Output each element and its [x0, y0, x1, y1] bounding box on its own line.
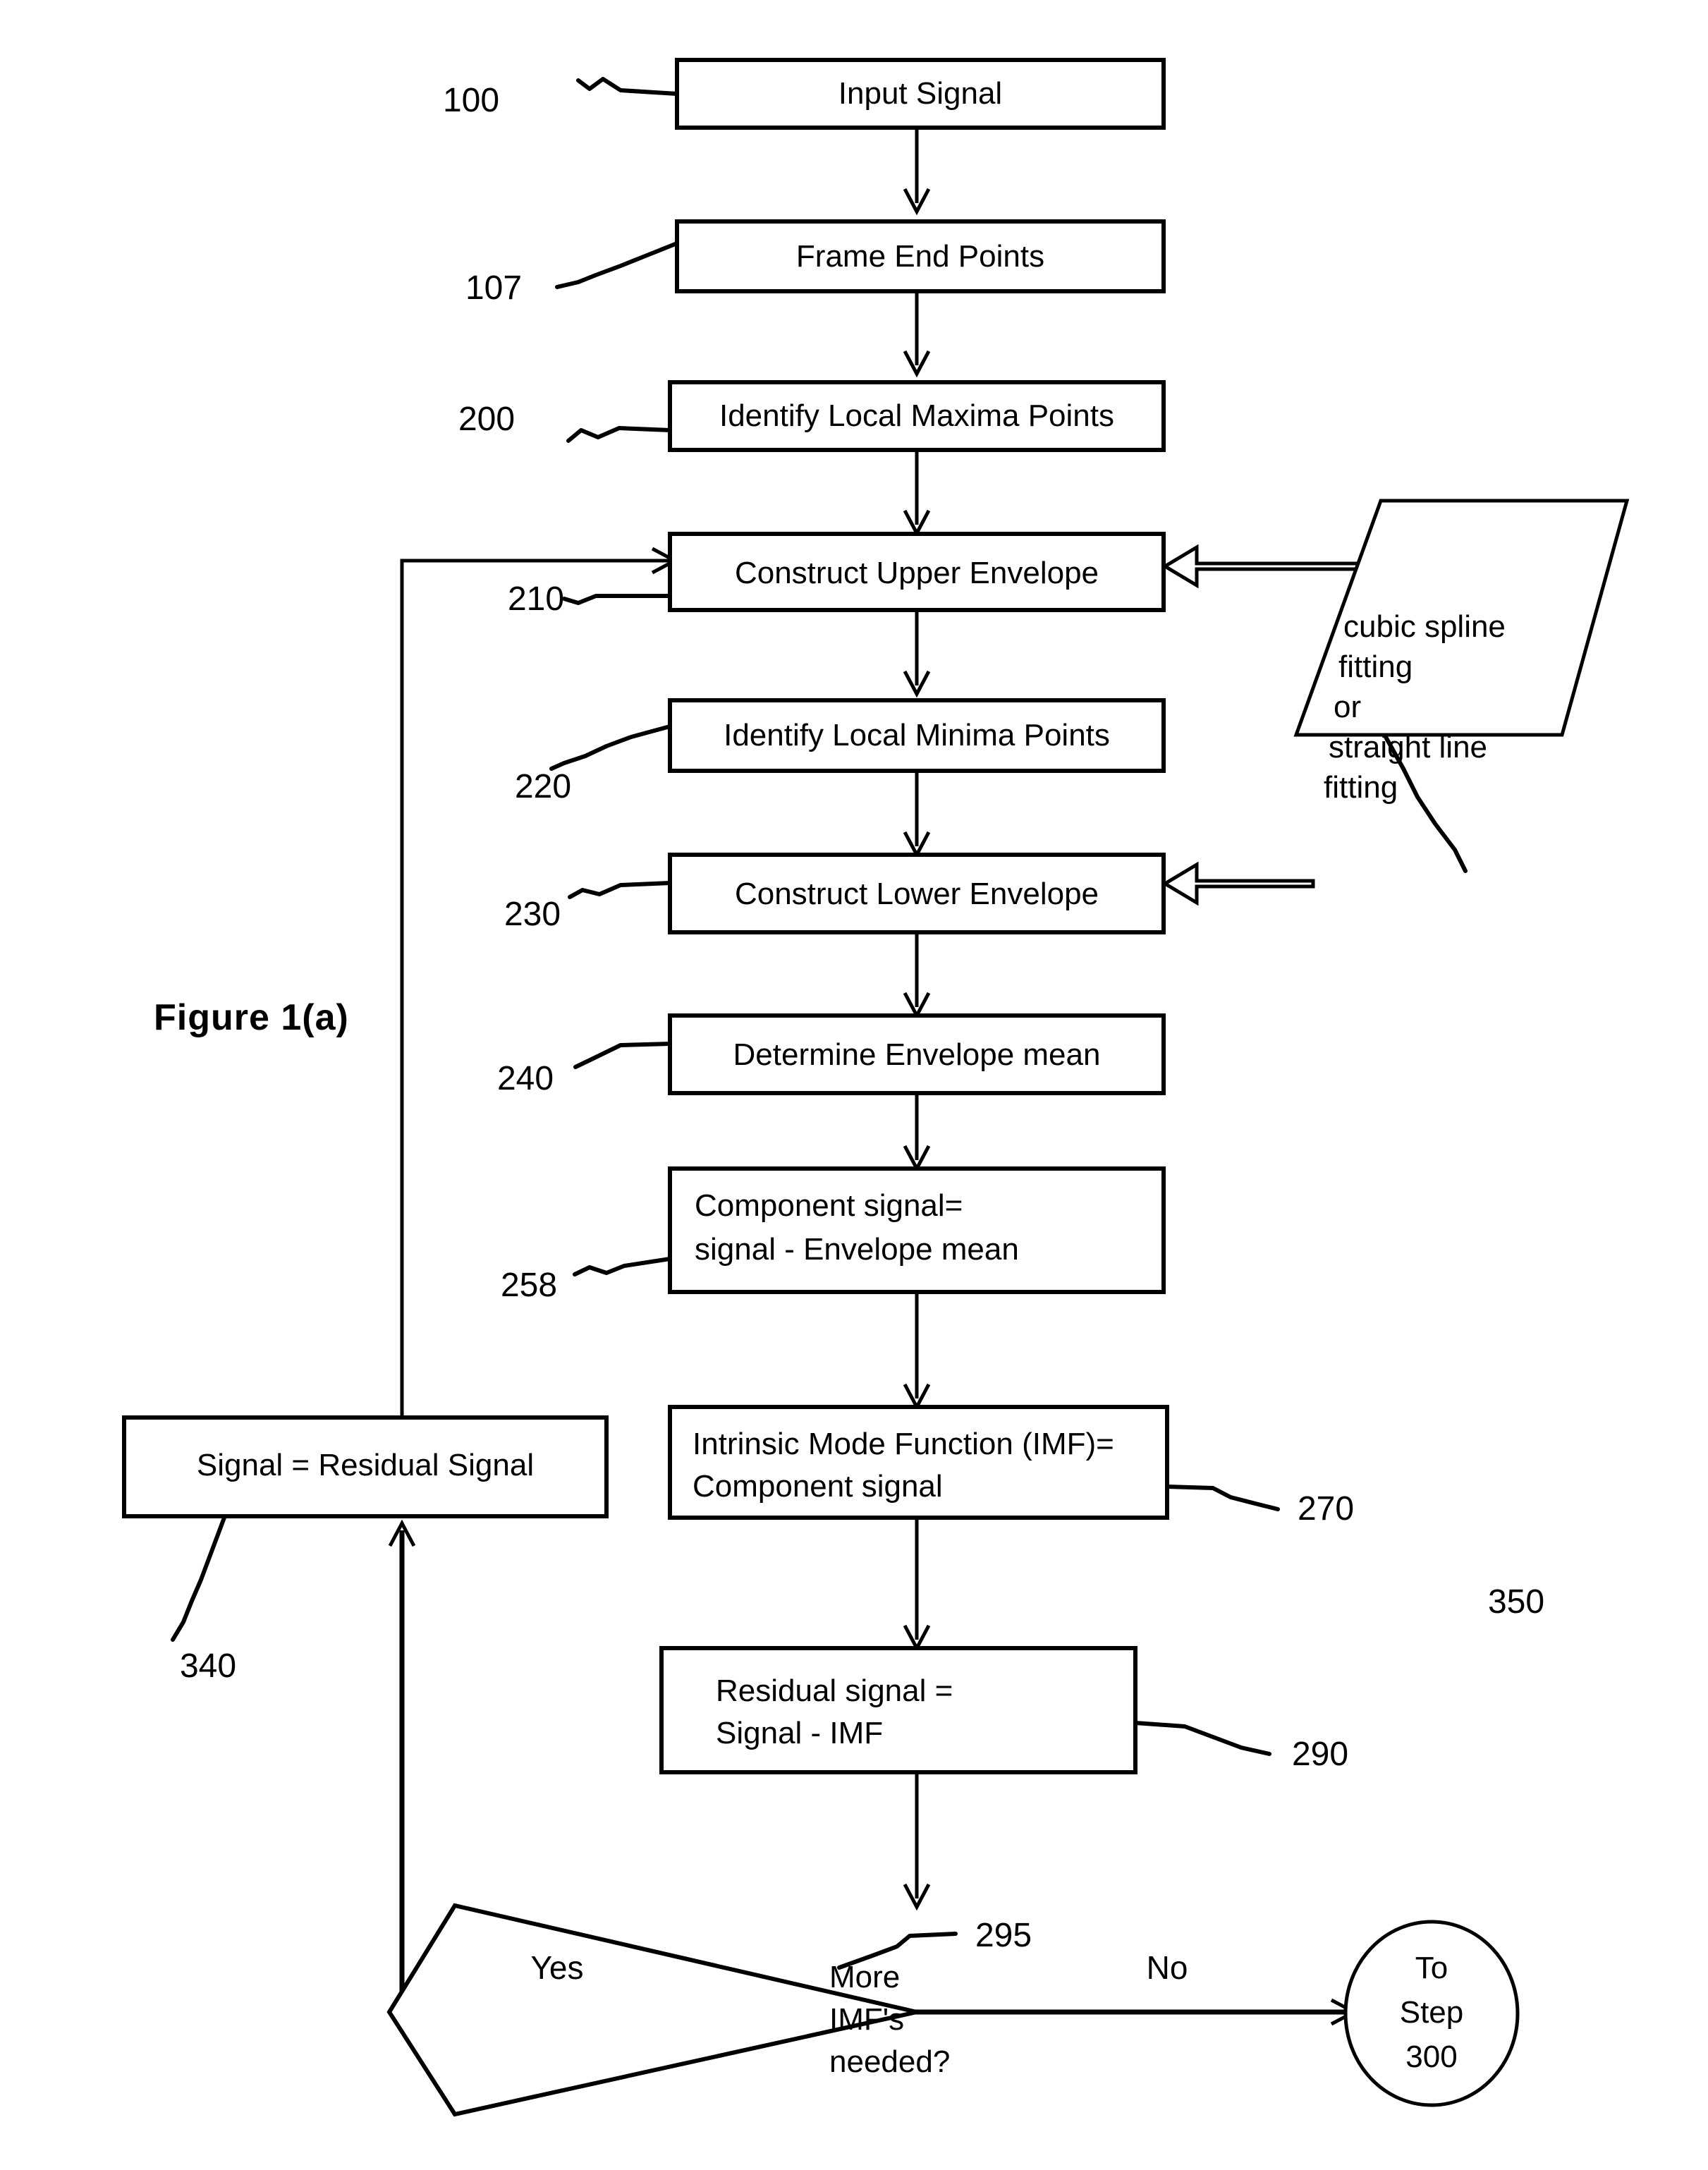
node-decision-more-imfs[interactable]: More IMF's needed? — [386, 1903, 950, 2117]
node-label-fitting-line1: cubic spline — [1343, 609, 1506, 644]
node-label-to-step-line1: To — [1415, 1951, 1448, 1985]
node-label-frame-end-points: Frame End Points — [796, 239, 1044, 274]
patent-figure-page: Input Signal Frame End Points Identify L… — [0, 0, 1708, 2170]
leader-line-340 — [171, 1516, 226, 1642]
edge-label-yes: Yes — [530, 1949, 583, 1986]
node-fitting-method[interactable]: cubic spline fitting or straight line fi… — [1293, 499, 1630, 805]
leader-line-290 — [1133, 1721, 1271, 1756]
connector-component-to-imf — [903, 1292, 931, 1411]
node-identify-local-maxima[interactable]: Identify Local Maxima Points — [668, 380, 1166, 452]
leader-line-107 — [555, 241, 679, 289]
connector-maxima-to-upper-envelope — [903, 450, 931, 537]
node-label-component-signal-line1: Component signal= — [695, 1188, 963, 1223]
leader-line-240 — [573, 1042, 672, 1069]
leader-line-230 — [568, 881, 672, 899]
leader-line-220 — [549, 724, 672, 771]
node-construct-lower-envelope[interactable]: Construct Lower Envelope — [668, 853, 1166, 934]
node-label-decision-line2: IMF's — [829, 2002, 904, 2037]
ref-number-350: 350 — [1488, 1583, 1544, 1621]
node-label-determine-envelope-mean: Determine Envelope mean — [733, 1037, 1101, 1072]
leader-line-270 — [1165, 1485, 1280, 1511]
connector-frame-to-maxima — [903, 291, 931, 378]
ref-number-200: 200 — [458, 401, 515, 438]
node-label-residual-signal-line1: Residual signal = — [716, 1674, 953, 1708]
node-label-to-step-line2: Step — [1400, 1995, 1464, 2030]
node-input-signal[interactable]: Input Signal — [675, 58, 1166, 130]
connector-no-branch — [851, 1998, 1358, 2026]
node-to-step-300[interactable]: To Step 300 — [1343, 1920, 1520, 2107]
node-determine-envelope-mean[interactable]: Determine Envelope mean — [668, 1013, 1166, 1095]
connector-mean-to-component — [903, 1093, 931, 1173]
node-label-component-signal-line2: signal - Envelope mean — [695, 1232, 1019, 1267]
node-component-signal[interactable]: Component signal= signal - Envelope mean — [668, 1166, 1166, 1294]
node-identify-local-minima[interactable]: Identify Local Minima Points — [668, 698, 1166, 773]
connector-input-to-frame — [903, 128, 931, 216]
ref-number-210: 210 — [508, 580, 564, 618]
node-label-identify-local-maxima: Identify Local Maxima Points — [719, 398, 1114, 433]
figure-label: Figure 1(a) — [154, 997, 349, 1038]
node-label-signal-equals-residual: Signal = Residual Signal — [197, 1448, 534, 1482]
ref-number-107: 107 — [465, 269, 522, 307]
ref-number-270: 270 — [1298, 1490, 1354, 1528]
node-label-decision-line1: More — [829, 1960, 900, 1994]
block-arrow-fitting-to-lower-envelope — [1161, 861, 1315, 906]
node-construct-upper-envelope[interactable]: Construct Upper Envelope — [668, 532, 1166, 612]
ref-number-295: 295 — [975, 1917, 1032, 1954]
node-label-fitting-line4: straight line — [1329, 730, 1487, 764]
block-arrow-fitting-to-upper-envelope — [1161, 544, 1384, 589]
edge-label-no: No — [1147, 1949, 1188, 1986]
leader-line-258 — [573, 1257, 672, 1276]
node-label-decision-line3: needed? — [829, 2044, 950, 2079]
leader-line-100 — [576, 77, 679, 96]
flowchart-canvas: Input Signal Frame End Points Identify L… — [122, 58, 1630, 2117]
leader-line-200 — [566, 426, 672, 443]
ref-number-230: 230 — [504, 896, 561, 933]
ref-number-290: 290 — [1292, 1736, 1348, 1773]
node-label-construct-lower-envelope: Construct Lower Envelope — [735, 877, 1099, 911]
ref-number-100: 100 — [443, 82, 499, 119]
node-signal-equals-residual[interactable]: Signal = Residual Signal — [122, 1415, 609, 1518]
node-intrinsic-mode-function[interactable]: Intrinsic Mode Function (IMF)= Component… — [668, 1405, 1169, 1520]
node-label-identify-local-minima: Identify Local Minima Points — [724, 718, 1110, 752]
ref-number-220: 220 — [515, 768, 571, 805]
ref-number-240: 240 — [497, 1060, 554, 1097]
node-label-imf-line2: Component signal — [693, 1469, 943, 1504]
node-label-fitting-line5: fitting — [1324, 770, 1398, 805]
connector-upper-envelope-to-minima — [903, 610, 931, 698]
node-label-fitting-line2: fitting — [1338, 650, 1413, 684]
ref-number-258: 258 — [501, 1267, 557, 1304]
node-label-fitting-line3: or — [1334, 690, 1361, 724]
ref-number-340: 340 — [180, 1647, 236, 1685]
node-label-imf-line1: Intrinsic Mode Function (IMF)= — [693, 1427, 1114, 1461]
connector-minima-to-lower-envelope — [903, 771, 931, 859]
node-label-to-step-line3: 300 — [1405, 2040, 1457, 2074]
connector-residual-to-decision — [903, 1772, 931, 1911]
node-residual-signal[interactable]: Residual signal = Signal - IMF — [659, 1646, 1137, 1774]
connector-lower-envelope-to-mean — [903, 932, 931, 1020]
connector-imf-to-residual — [903, 1518, 931, 1652]
leader-line-210 — [562, 594, 672, 605]
node-label-construct-upper-envelope: Construct Upper Envelope — [735, 556, 1099, 590]
node-frame-end-points[interactable]: Frame End Points — [675, 219, 1166, 293]
node-label-input-signal: Input Signal — [838, 76, 1002, 111]
node-label-residual-signal-line2: Signal - IMF — [716, 1716, 883, 1750]
